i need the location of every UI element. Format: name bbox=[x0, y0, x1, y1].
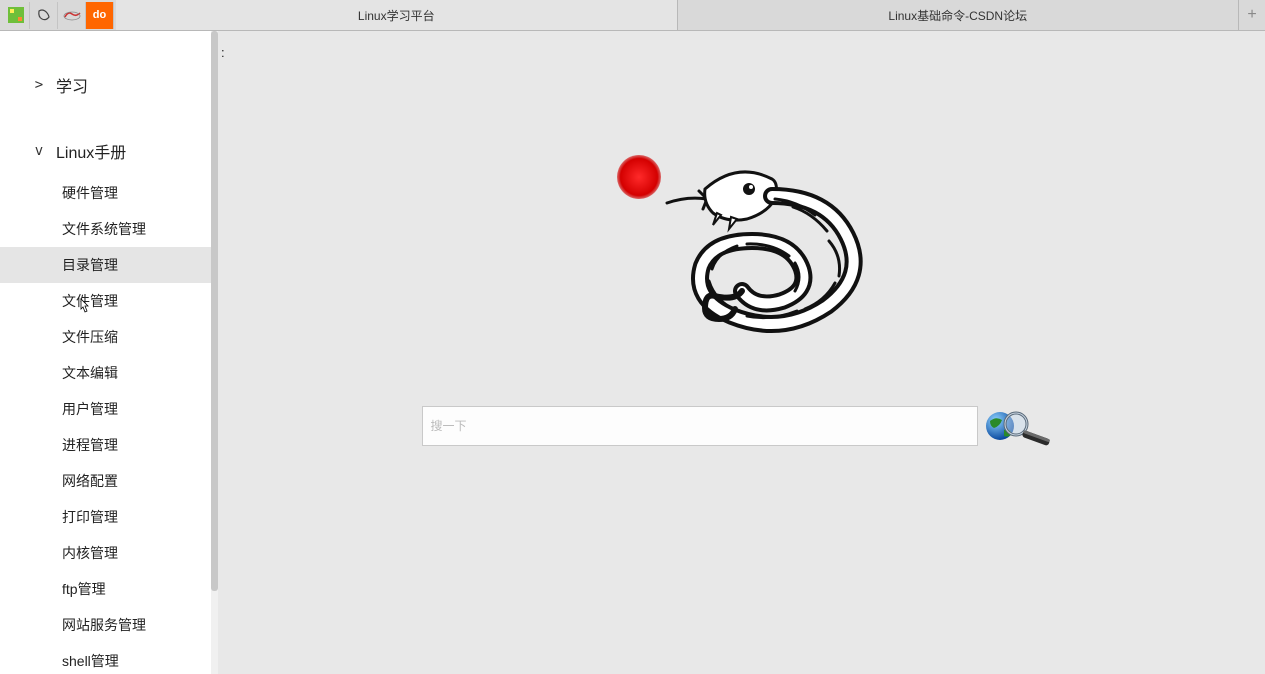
new-tab-button[interactable]: + bbox=[1239, 0, 1265, 30]
globe-magnifier-icon bbox=[980, 406, 1060, 446]
cursor-pointer-icon bbox=[76, 298, 92, 316]
tab-csdn[interactable]: Linux基础命令-CSDN论坛 bbox=[678, 0, 1240, 30]
snake-logo bbox=[597, 141, 887, 341]
app-icon-3[interactable] bbox=[58, 2, 86, 29]
workspace: > 学习 v Linux手册 硬件管理 文件系统管理 目录管理 文件管理 文件压… bbox=[0, 31, 1265, 674]
browser-tab-bar: do Linux学习平台 Linux基础命令-CSDN论坛 + bbox=[0, 0, 1265, 31]
sidebar-item-textedit[interactable]: 文本编辑 bbox=[0, 355, 218, 391]
tab-label: Linux学习平台 bbox=[358, 7, 435, 24]
sidebar-item-file[interactable]: 文件管理 bbox=[0, 283, 218, 319]
search-input[interactable] bbox=[422, 406, 978, 446]
sidebar-item-shell[interactable]: shell管理 bbox=[0, 643, 218, 674]
chevron-right-icon: > bbox=[30, 77, 48, 93]
sidebar-item-directory[interactable]: 目录管理 bbox=[0, 247, 218, 283]
sidebar-section-manual[interactable]: v Linux手册 bbox=[0, 127, 218, 175]
app-icon-do[interactable]: do bbox=[86, 2, 114, 29]
sidebar-section-study[interactable]: > 学习 bbox=[0, 61, 218, 109]
scrollbar-thumb[interactable] bbox=[211, 31, 218, 591]
search-button[interactable] bbox=[978, 406, 1062, 446]
stray-text: : bbox=[221, 45, 225, 60]
sidebar: > 学习 v Linux手册 硬件管理 文件系统管理 目录管理 文件管理 文件压… bbox=[0, 31, 218, 674]
sidebar-item-compress[interactable]: 文件压缩 bbox=[0, 319, 218, 355]
sidebar-item-hardware[interactable]: 硬件管理 bbox=[0, 175, 218, 211]
sidebar-item-network[interactable]: 网络配置 bbox=[0, 463, 218, 499]
app-icon-2[interactable] bbox=[30, 2, 58, 29]
sidebar-item-filesystem[interactable]: 文件系统管理 bbox=[0, 211, 218, 247]
browser-app-icons: do bbox=[0, 0, 116, 30]
sidebar-item-kernel[interactable]: 内核管理 bbox=[0, 535, 218, 571]
sidebar-section-label: Linux手册 bbox=[56, 139, 126, 163]
sidebar-item-user[interactable]: 用户管理 bbox=[0, 391, 218, 427]
tab-linux-platform[interactable]: Linux学习平台 bbox=[116, 0, 678, 30]
main-content: : bbox=[218, 31, 1265, 674]
sidebar-item-webservice[interactable]: 网站服务管理 bbox=[0, 607, 218, 643]
chevron-down-icon: v bbox=[30, 143, 48, 159]
sidebar-item-print[interactable]: 打印管理 bbox=[0, 499, 218, 535]
sidebar-item-process[interactable]: 进程管理 bbox=[0, 427, 218, 463]
search-row bbox=[422, 406, 1062, 446]
sidebar-item-ftp[interactable]: ftp管理 bbox=[0, 571, 218, 607]
app-icon-1[interactable] bbox=[2, 2, 30, 29]
tab-label: Linux基础命令-CSDN论坛 bbox=[888, 7, 1027, 24]
sidebar-scrollbar[interactable] bbox=[211, 31, 218, 674]
sidebar-section-label: 学习 bbox=[56, 73, 88, 97]
